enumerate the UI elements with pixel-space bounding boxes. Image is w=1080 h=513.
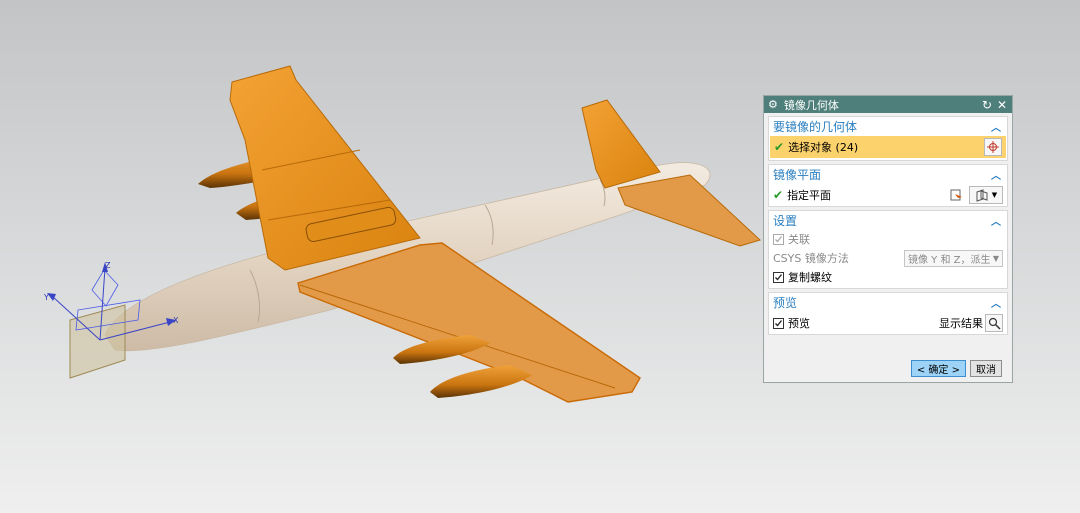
csys-method-select: 镜像 Y 和 Z，派生 ▼ (904, 249, 1003, 267)
chevron-up-icon[interactable]: ︿ (991, 213, 1001, 228)
dialog-titlebar[interactable]: ⚙ 镜像几何体 ↻ ✕ (764, 96, 1012, 113)
dialog-footer: < 确定 > 取消 (764, 360, 1012, 377)
section-geometry: 要镜像的几何体 ︿ ✔ 选择对象 (24) (768, 116, 1008, 161)
close-icon[interactable]: ✕ (996, 98, 1008, 112)
section-plane-title: 镜像平面 (773, 168, 822, 182)
stabilizer-horizontal[interactable] (617, 174, 761, 247)
section-preview-header[interactable]: 预览 ︿ (769, 293, 1007, 312)
section-plane: 镜像平面 ︿ ✔ 指定平面 ▼ (768, 164, 1008, 207)
associative-checkbox (773, 233, 784, 245)
csys-method-value: 镜像 Y 和 Z，派生 (908, 254, 991, 266)
dialog-title: 镜像几何体 (783, 98, 839, 112)
mirror-geometry-dialog: ⚙ 镜像几何体 ↻ ✕ 要镜像的几何体 ︿ ✔ 选择对象 (24) 镜像平面 ︿… (763, 95, 1013, 383)
copy-threads-checkbox[interactable] (773, 271, 784, 283)
reset-icon[interactable]: ↻ (981, 98, 993, 112)
section-plane-header[interactable]: 镜像平面 ︿ (769, 165, 1007, 184)
chevron-down-icon: ▼ (991, 191, 998, 199)
chevron-up-icon[interactable]: ︿ (991, 167, 1001, 182)
magnifier-icon[interactable] (985, 314, 1003, 332)
check-icon: ✔ (773, 188, 784, 202)
associative-label: 关联 (788, 233, 810, 246)
preview-row: 预览 显示结果 (769, 312, 1007, 334)
chevron-up-icon[interactable]: ︿ (991, 295, 1001, 310)
section-geometry-header[interactable]: 要镜像的几何体 ︿ (769, 117, 1007, 136)
cancel-button[interactable]: 取消 (970, 360, 1002, 377)
chevron-up-icon[interactable]: ︿ (991, 119, 1001, 134)
chevron-down-icon: ▼ (992, 253, 999, 263)
mirror-plane[interactable] (69, 304, 126, 379)
engine-lower-2[interactable] (430, 365, 532, 398)
crosshair-icon[interactable] (984, 138, 1002, 156)
section-settings-title: 设置 (773, 214, 798, 228)
section-preview: 预览 ︿ 预览 显示结果 (768, 292, 1008, 335)
check-icon: ✔ (774, 140, 785, 154)
preview-label: 预览 (788, 317, 810, 330)
specify-plane-label: 指定平面 (787, 189, 832, 202)
select-object-row[interactable]: ✔ 选择对象 (24) (770, 136, 1006, 158)
copy-threads-row[interactable]: 复制螺纹 (769, 268, 1007, 286)
section-settings-header[interactable]: 设置 ︿ (769, 211, 1007, 230)
axis-x-label: X (173, 316, 179, 325)
stabilizer-vertical[interactable] (581, 99, 661, 189)
wing-far[interactable] (229, 65, 421, 271)
csys-label: CSYS 镜像方法 (773, 252, 849, 265)
gear-icon: ⚙ (768, 98, 778, 111)
associative-row: 关联 (769, 230, 1007, 248)
preview-checkbox[interactable] (773, 317, 784, 329)
section-settings: 设置 ︿ 关联 CSYS 镜像方法 镜像 Y 和 Z，派生 ▼ 复制螺纹 (768, 210, 1008, 289)
select-object-label: 选择对象 (24) (788, 141, 859, 154)
ok-button[interactable]: < 确定 > (910, 360, 966, 377)
axis-z-label: Z (105, 261, 111, 270)
axis-y-label: Y (43, 293, 49, 302)
section-geometry-title: 要镜像的几何体 (773, 120, 858, 134)
plane-type-dropdown[interactable]: ▼ (969, 186, 1003, 204)
plane-dialog-icon[interactable] (948, 186, 966, 204)
section-preview-title: 预览 (773, 296, 798, 310)
show-result-label: 显示结果 (939, 317, 983, 330)
specify-plane-row[interactable]: ✔ 指定平面 ▼ (769, 184, 1007, 206)
copy-threads-label: 复制螺纹 (788, 271, 832, 284)
csys-row: CSYS 镜像方法 镜像 Y 和 Z，派生 ▼ (769, 248, 1007, 268)
